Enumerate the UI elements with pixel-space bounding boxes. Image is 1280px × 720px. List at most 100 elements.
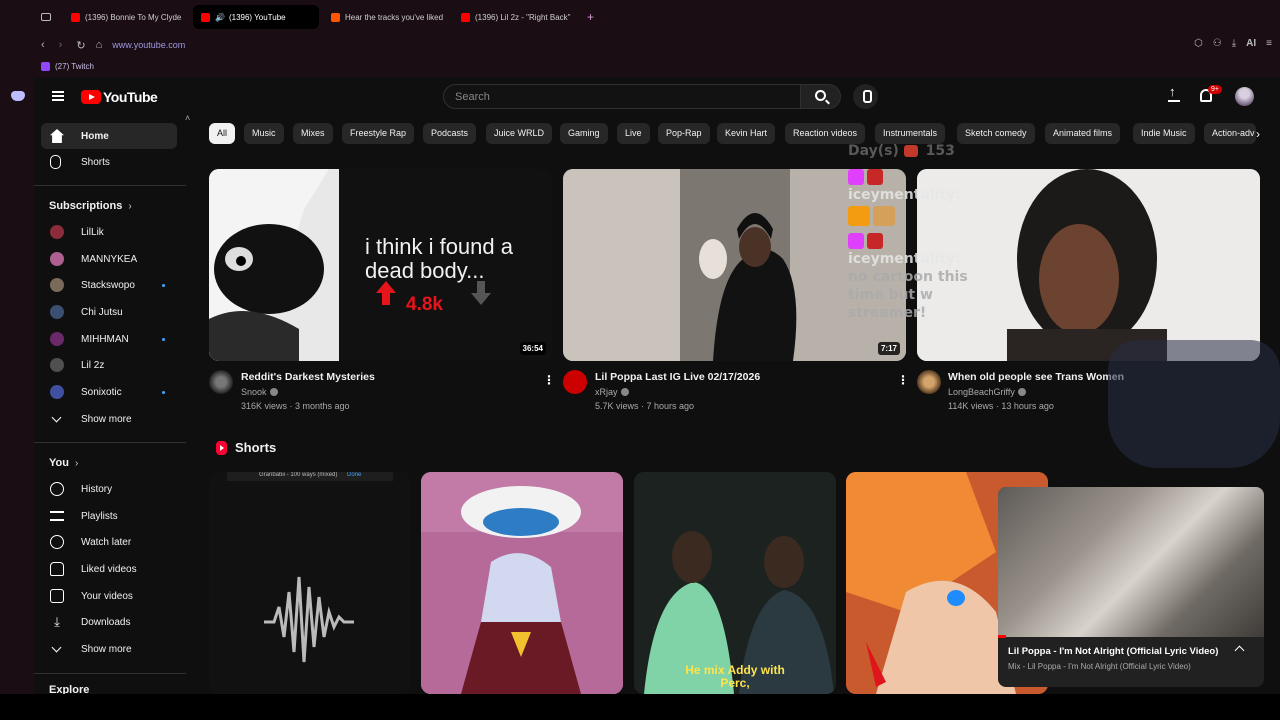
discord-icon[interactable] <box>11 91 25 101</box>
sidebar-item-label: Watch later <box>81 536 132 548</box>
history-icon <box>50 482 64 496</box>
channel-avatar[interactable] <box>209 370 233 394</box>
bookmarks-bar: (27) Twitch <box>0 56 1280 77</box>
chip-music[interactable]: Music <box>244 123 284 144</box>
chip-animated-films[interactable]: Animated films <box>1045 123 1121 144</box>
miniplayer-video[interactable] <box>998 487 1264 637</box>
sidebar-show-more-you[interactable]: Show more <box>41 636 177 662</box>
video-title[interactable]: Reddit's Darkest Mysteries <box>241 371 375 383</box>
chip-live[interactable]: Live <box>617 123 650 144</box>
chip-gaming[interactable]: Gaming <box>560 123 608 144</box>
you-heading[interactable]: You › <box>49 457 78 469</box>
sidebar-sub-chi-jutsu[interactable]: Chi Jutsu <box>41 299 177 325</box>
more-actions-icon[interactable]: ⋮ <box>897 373 909 387</box>
chip-action-adventure[interactable]: Action-adv <box>1204 123 1256 144</box>
subtitle-line: Perc, <box>720 676 750 690</box>
chip-sketch-comedy[interactable]: Sketch comedy <box>957 123 1035 144</box>
channel-name[interactable]: xRjay <box>595 387 629 397</box>
playlists-icon <box>50 511 64 521</box>
channel-avatar[interactable] <box>917 370 941 394</box>
video-title[interactable]: Lil Poppa Last IG Live 02/17/2026 <box>595 371 760 383</box>
verified-icon <box>620 388 629 396</box>
new-tab-icon[interactable]: + <box>587 10 594 24</box>
sidebar-sub-mannykea[interactable]: MANNYKEA <box>41 246 177 272</box>
back-icon[interactable]: ‹ <box>41 39 45 51</box>
sidebar-item-history[interactable]: History <box>41 476 177 502</box>
sidebar-sub-lil-2z[interactable]: Lil 2z <box>41 352 177 378</box>
guide-menu-icon[interactable] <box>52 91 64 101</box>
chip-indie-music[interactable]: Indie Music <box>1133 123 1195 144</box>
miniplayer-title[interactable]: Lil Poppa - I'm Not Alright (Official Ly… <box>1008 646 1218 657</box>
channel-name[interactable]: LongBeachGriffy <box>948 387 1026 397</box>
sidebar-item-playlists[interactable]: Playlists <box>41 503 177 529</box>
sidebar-item-label: History <box>81 483 113 495</box>
chip-pop-rap[interactable]: Pop-Rap <box>658 123 710 144</box>
channel-name[interactable]: Snook <box>241 387 278 397</box>
sidebar-item-label: Liked videos <box>81 563 137 575</box>
sidebar-item-home[interactable]: Home <box>41 123 177 149</box>
channel-name-text: xRjay <box>595 387 618 397</box>
tab-title: (1396) Bonnie To My Clyde <box>85 12 182 22</box>
emote-icon <box>848 206 870 226</box>
thumbs-up-icon <box>50 562 64 576</box>
chip-all[interactable]: All <box>209 123 236 144</box>
chip-mixes[interactable]: Mixes <box>293 123 333 144</box>
browser-tab[interactable]: (1396) Bonnie To My Clyde <box>63 5 189 29</box>
account-avatar[interactable] <box>1235 87 1254 106</box>
chip-reaction-videos[interactable]: Reaction videos <box>785 123 866 144</box>
more-actions-icon[interactable]: ⋮ <box>543 373 555 387</box>
sidebar-sub-sonixotic[interactable]: Sonixotic <box>41 379 177 405</box>
home-icon[interactable]: ⌂ <box>96 39 103 51</box>
short-thumbnail[interactable] <box>421 472 623 694</box>
search-input[interactable]: Search <box>443 84 801 109</box>
voice-search-icon[interactable] <box>853 84 878 109</box>
profile-icon[interactable]: ⚇ <box>1213 38 1222 49</box>
chip-instrumentals[interactable]: Instrumentals <box>875 123 946 144</box>
sidebar-item-your-videos[interactable]: Your videos <box>41 583 177 609</box>
reload-icon[interactable]: ↻ <box>76 39 85 52</box>
forward-icon[interactable]: › <box>59 39 63 51</box>
chevron-right-icon: › <box>74 458 79 469</box>
subscriptions-heading[interactable]: Subscriptions › <box>49 200 132 212</box>
miniplayer-progress[interactable] <box>998 635 1006 638</box>
chat-day-label: Day(s) <box>848 143 899 159</box>
search-button[interactable] <box>800 84 841 109</box>
chevron-right-icon[interactable]: › <box>1256 127 1260 141</box>
new-content-dot <box>162 338 165 341</box>
download-icon[interactable]: ⤓ <box>1232 38 1236 49</box>
browser-tab[interactable]: (1396) Lil 2z - "Right Back" <box>453 5 579 29</box>
menu-icon[interactable]: ≡ <box>1266 38 1272 49</box>
sidebar-item-shorts[interactable]: Shorts <box>41 149 177 175</box>
sidebar-item-downloads[interactable]: ⤓ Downloads <box>41 609 177 635</box>
youtube-logo[interactable]: YouTube <box>81 89 158 105</box>
channel-avatar[interactable] <box>563 370 587 394</box>
video-thumbnail[interactable]: i think i found a dead body... 4.8k 36:5… <box>209 169 552 361</box>
video-title[interactable]: When old people see Trans Women <box>948 371 1124 383</box>
chip-juice-wrld[interactable]: Juice WRLD <box>486 123 553 144</box>
scroll-up-icon[interactable]: ˄ <box>185 113 190 123</box>
ai-button[interactable]: AI <box>1246 38 1256 49</box>
sidebar-item-liked-videos[interactable]: Liked videos <box>41 556 177 582</box>
sidebar-sub-mihhman[interactable]: MIHHMAN <box>41 326 177 352</box>
short-thumbnail[interactable]: Granbabii - 100 ways (mixed) Done <box>209 472 411 694</box>
video-metadata: 316K views · 3 months ago <box>241 401 350 411</box>
browser-tab-active[interactable]: 🔊 (1396) YouTube <box>193 5 319 29</box>
chip-freestyle-rap[interactable]: Freestyle Rap <box>342 123 415 144</box>
short-thumbnail[interactable]: He mix Addy with Perc, <box>634 472 836 694</box>
expand-queue-icon[interactable] <box>1234 645 1245 656</box>
bookmark-twitch[interactable]: (27) Twitch <box>55 62 94 71</box>
sidebar-show-more[interactable]: Show more <box>41 406 177 432</box>
extensions-icon[interactable]: ⬡ <box>1194 38 1203 49</box>
workspaces-icon[interactable] <box>41 13 51 21</box>
miniplayer[interactable]: Lil Poppa - I'm Not Alright (Official Ly… <box>998 487 1264 687</box>
browser-tab[interactable]: Hear the tracks you've liked <box>323 5 449 29</box>
sidebar-item-watch-later[interactable]: Watch later <box>41 529 177 555</box>
sidebar-sub-stackswopo[interactable]: Stackswopo <box>41 272 177 298</box>
sidebar-item-label: MIHHMAN <box>81 333 129 345</box>
upload-icon[interactable] <box>1168 84 1180 102</box>
chip-kevin-hart[interactable]: Kevin Hart <box>717 123 776 144</box>
chip-podcasts[interactable]: Podcasts <box>423 123 477 144</box>
twitch-icon <box>41 62 50 71</box>
sidebar-sub-lillik[interactable]: LilLik <box>41 219 177 245</box>
url-field[interactable]: www.youtube.com <box>112 40 185 50</box>
